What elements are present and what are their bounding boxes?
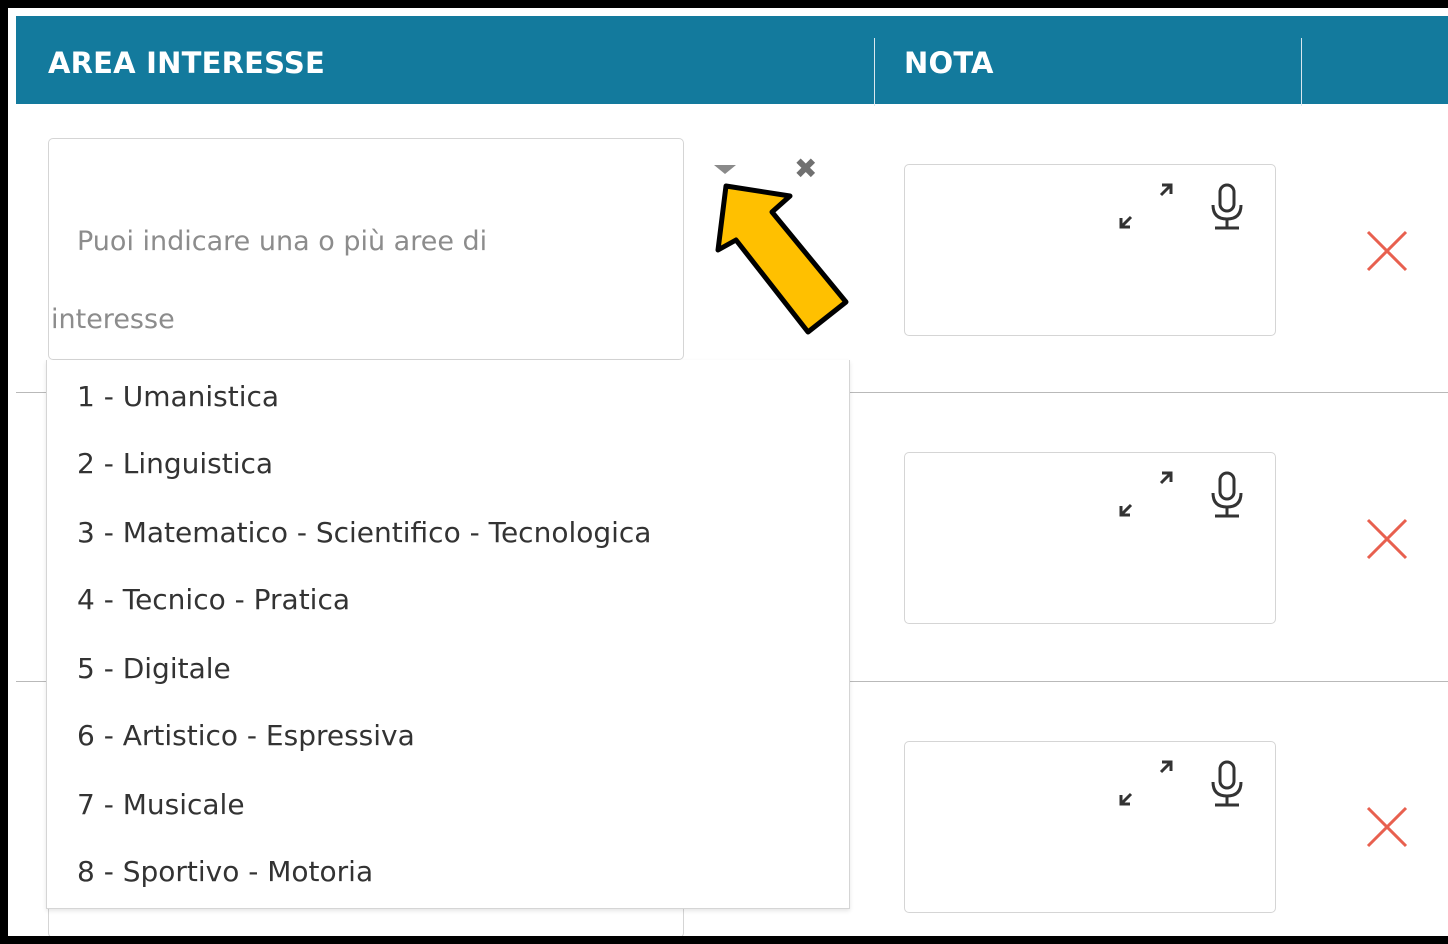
column-separator [874, 38, 875, 106]
area-interesse-dropdown: 1 - Umanistica 2 - Linguistica 3 - Matem… [46, 360, 850, 909]
caret-down-icon[interactable] [714, 165, 736, 174]
area-interesse-select[interactable]: Puoi indicare una o più aree di interess… [48, 138, 684, 360]
note-field[interactable] [904, 741, 1276, 913]
dropdown-option[interactable]: 6 - Artistico - Espressiva [77, 719, 415, 752]
dropdown-option[interactable]: 5 - Digitale [77, 652, 231, 685]
table-header: AREA INTERESSE NOTA [16, 16, 1448, 106]
dropdown-option[interactable]: 8 - Sportivo - Motoria [77, 855, 373, 888]
delete-x-icon[interactable] [1364, 228, 1410, 274]
dropdown-option[interactable]: 4 - Tecnico - Pratica [77, 583, 350, 616]
annotation-arrow-icon [715, 183, 849, 335]
delete-x-icon[interactable] [1364, 516, 1410, 562]
expand-icon[interactable] [1117, 469, 1175, 519]
note-field[interactable] [904, 164, 1276, 336]
microphone-icon[interactable] [1207, 471, 1247, 519]
select-placeholder: Puoi indicare una o più aree di [77, 226, 488, 257]
expand-icon[interactable] [1117, 181, 1175, 231]
dropdown-option[interactable]: 3 - Matematico - Scientifico - Tecnologi… [77, 516, 651, 549]
note-field[interactable] [904, 452, 1276, 624]
dropdown-option[interactable]: 2 - Linguistica [77, 447, 273, 480]
column-header-nota: NOTA [904, 46, 994, 80]
form-frame: AREA INTERESSE NOTA Puoi indicare una o … [0, 0, 1448, 944]
column-header-area-interesse: AREA INTERESSE [48, 46, 325, 80]
delete-x-icon[interactable] [1364, 804, 1410, 850]
dropdown-option[interactable]: 1 - Umanistica [77, 380, 279, 413]
expand-icon[interactable] [1117, 758, 1175, 808]
dropdown-option[interactable]: 7 - Musicale [77, 788, 245, 821]
microphone-icon[interactable] [1207, 760, 1247, 808]
select-placeholder: interesse [51, 304, 175, 335]
column-separator [1301, 38, 1302, 106]
microphone-icon[interactable] [1207, 183, 1247, 231]
